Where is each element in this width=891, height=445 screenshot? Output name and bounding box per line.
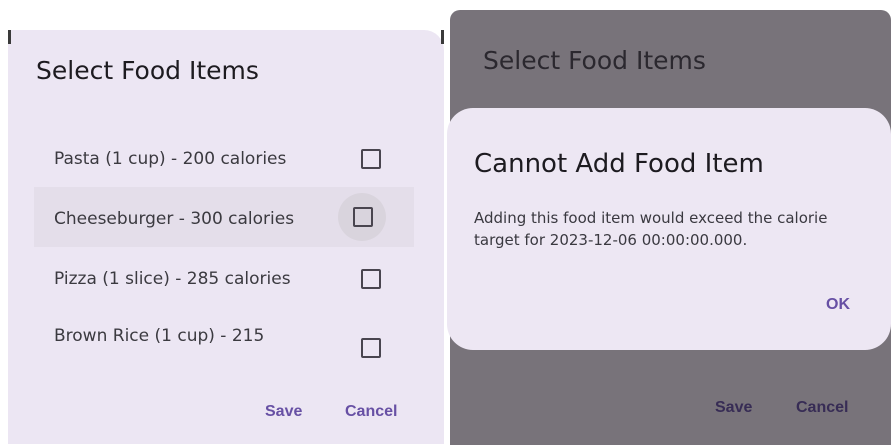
cancel-button[interactable]: Cancel <box>345 403 397 421</box>
alert-title: Cannot Add Food Item <box>474 149 764 179</box>
food-item-label: Pasta (1 cup) - 200 calories <box>54 149 287 169</box>
save-button: Save <box>715 399 753 416</box>
list-item[interactable]: Brown Rice (1 cup) - 215 <box>34 306 414 364</box>
list-item[interactable]: Pizza (1 slice) - 285 calories <box>34 247 414 307</box>
dialog-title: Select Food Items <box>36 56 259 85</box>
food-item-checkbox[interactable] <box>353 207 373 227</box>
cancel-button: Cancel <box>796 399 849 416</box>
food-select-dialog: Select Food Items Pasta (1 cup) - 200 ca… <box>8 30 444 444</box>
food-item-checkbox[interactable] <box>361 269 381 289</box>
dialog-title: Select Food Items <box>483 46 706 75</box>
food-item-label: Pizza (1 slice) - 285 calories <box>54 269 291 289</box>
food-item-label: Brown Rice (1 cup) - 215 <box>54 326 265 346</box>
alert-message: Adding this food item would exceed the c… <box>474 209 828 249</box>
save-button[interactable]: Save <box>265 403 302 421</box>
list-item[interactable]: Pasta (1 cup) - 200 calories <box>34 129 414 189</box>
ok-button[interactable]: OK <box>826 296 850 314</box>
food-item-label: Cheeseburger - 300 calories <box>54 209 295 229</box>
food-item-checkbox[interactable] <box>361 338 381 358</box>
alert-dialog: Cannot Add Food Item Adding this food it… <box>447 108 891 350</box>
food-item-checkbox[interactable] <box>361 149 381 169</box>
list-item[interactable]: Cheeseburger - 300 calories <box>34 187 414 247</box>
